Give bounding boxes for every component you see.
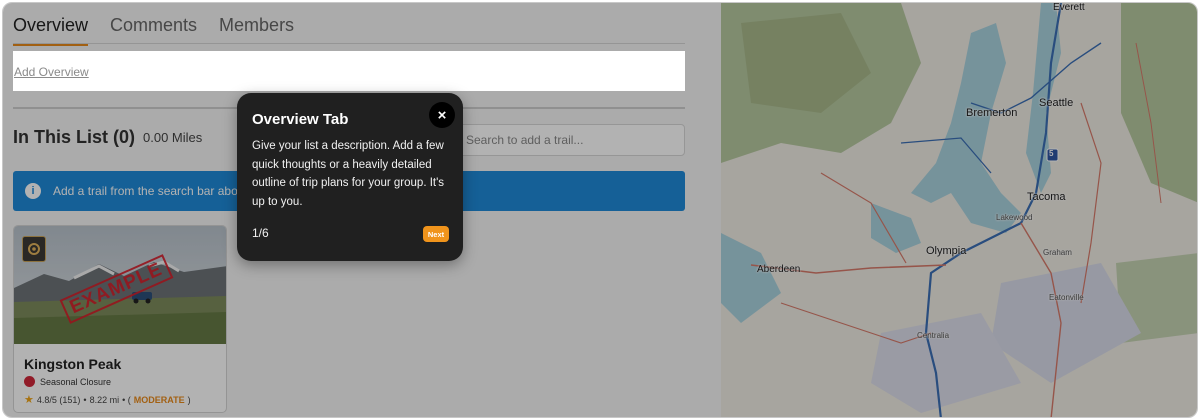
tour-tooltip: Overview Tab × Give your list a descript…: [237, 93, 463, 261]
tooltip-body: Give your list a description. Add a few …: [252, 140, 445, 208]
app-frame: Overview Comments Members In This List (…: [2, 2, 1198, 418]
tooltip-title: Overview Tab: [252, 111, 349, 128]
overview-highlight: Add Overview: [13, 51, 685, 91]
next-button[interactable]: Next: [423, 226, 449, 242]
add-overview-link[interactable]: Add Overview: [14, 65, 89, 79]
tooltip-step-counter: 1/6: [252, 226, 269, 240]
close-icon[interactable]: ×: [429, 102, 455, 128]
